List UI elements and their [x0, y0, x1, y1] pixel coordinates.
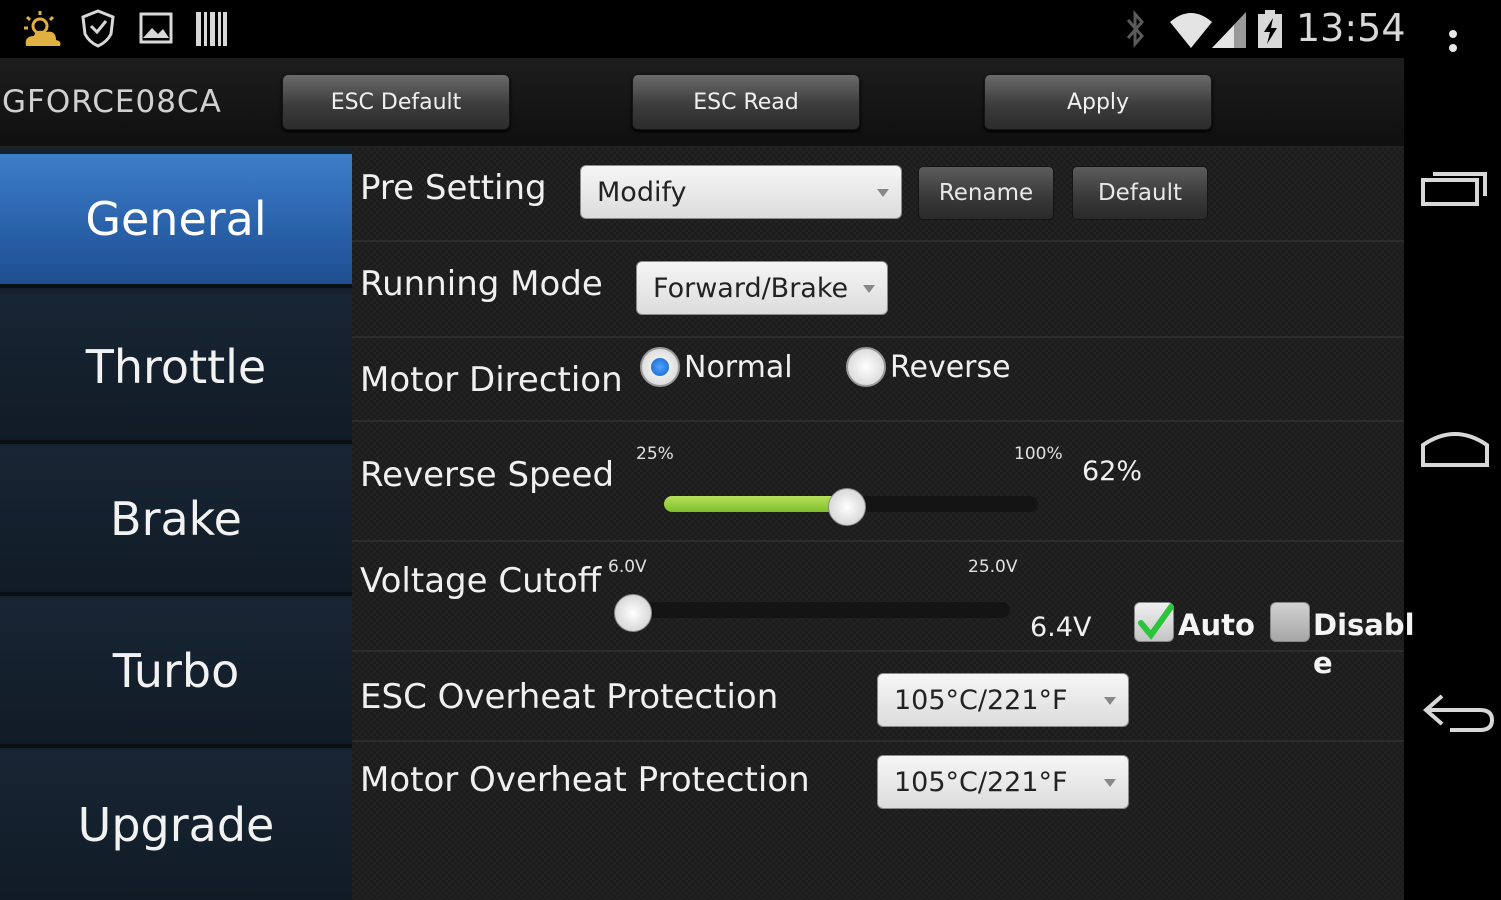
shield-icon: [80, 8, 116, 52]
motor-direction-label: Motor Direction: [360, 360, 623, 400]
sidebar: General Throttle Brake Turbo Upgrade: [0, 148, 352, 900]
checkmark-icon: [1138, 604, 1174, 640]
status-bar: 13:54: [0, 0, 1501, 66]
divider: [352, 336, 1404, 338]
divider: [352, 540, 1404, 542]
sidebar-item-upgrade[interactable]: Upgrade: [0, 750, 352, 900]
divider: [352, 650, 1404, 652]
sidebar-item-brake[interactable]: Brake: [0, 446, 352, 596]
radio-selected-dot: [651, 358, 669, 376]
motor-overheat-select[interactable]: 105°C/221°F: [877, 755, 1129, 809]
reverse-speed-value: 62%: [1082, 456, 1143, 487]
pre-setting-select[interactable]: Modify: [580, 165, 902, 219]
dropdown-arrow-icon: [877, 189, 889, 197]
divider: [352, 420, 1404, 422]
auto-checkbox[interactable]: [1134, 602, 1174, 642]
esc-default-button[interactable]: ESC Default: [282, 74, 510, 130]
reverse-speed-slider-thumb[interactable]: [828, 488, 867, 526]
esc-overheat-label: ESC Overheat Protection: [360, 677, 779, 717]
apply-button[interactable]: Apply: [984, 74, 1212, 130]
battery-icon: [1255, 8, 1285, 54]
default-button[interactable]: Default: [1072, 166, 1208, 220]
dropdown-arrow-icon: [863, 285, 875, 293]
pre-setting-value: Modify: [597, 176, 687, 208]
barcode-icon: [194, 8, 228, 52]
esc-overheat-select[interactable]: 105°C/221°F: [877, 673, 1129, 727]
bluetooth-icon: [1120, 8, 1150, 54]
back-icon[interactable]: [1420, 690, 1496, 738]
normal-radio-label: Normal: [684, 350, 793, 385]
dropdown-arrow-icon: [1104, 697, 1116, 705]
sidebar-item-turbo[interactable]: Turbo: [0, 598, 352, 748]
reverse-speed-fill: [664, 496, 848, 512]
reverse-radio-label: Reverse: [890, 350, 1011, 385]
device-name: GFORCE08CA: [2, 84, 222, 120]
disable-checkbox-label-wrap: e: [1313, 646, 1333, 680]
running-mode-value: Forward/Brake: [653, 272, 849, 304]
wifi-icon: [1168, 8, 1214, 54]
sidebar-item-throttle[interactable]: Throttle: [0, 294, 352, 444]
divider: [352, 240, 1404, 242]
auto-checkbox-label: Auto: [1178, 608, 1255, 642]
voltage-cutoff-label: Voltage Cutoff: [360, 561, 602, 601]
reverse-speed-max: 100%: [1014, 444, 1063, 464]
recent-apps-icon[interactable]: [1420, 168, 1490, 212]
rename-button[interactable]: Rename: [918, 166, 1054, 220]
reverse-speed-label: Reverse Speed: [360, 455, 615, 495]
esc-overheat-value: 105°C/221°F: [894, 684, 1068, 716]
sidebar-item-general[interactable]: General: [0, 154, 352, 288]
disable-checkbox-label: Disabl: [1313, 608, 1415, 642]
running-mode-label: Running Mode: [360, 264, 603, 304]
running-mode-select[interactable]: Forward/Brake: [636, 261, 888, 315]
divider: [352, 740, 1404, 742]
disable-checkbox[interactable]: [1270, 602, 1310, 642]
dropdown-arrow-icon: [1104, 779, 1116, 787]
reverse-speed-min: 25%: [636, 444, 674, 464]
app-header: GFORCE08CA ESC Default ESC Read Apply: [0, 58, 1404, 148]
home-icon[interactable]: [1420, 425, 1490, 473]
image-icon: [138, 8, 174, 52]
esc-read-button[interactable]: ESC Read: [632, 74, 860, 130]
voltage-cutoff-track[interactable]: [618, 602, 1010, 618]
normal-radio[interactable]: [640, 347, 680, 387]
weather-icon: [20, 8, 64, 54]
pre-setting-label: Pre Setting: [360, 168, 547, 208]
voltage-cutoff-slider-thumb[interactable]: [614, 594, 652, 632]
motor-overheat-label: Motor Overheat Protection: [360, 760, 810, 800]
voltage-cutoff-min: 6.0V: [608, 557, 647, 577]
voltage-cutoff-max: 25.0V: [968, 557, 1018, 577]
clock: 13:54: [1296, 6, 1406, 50]
reverse-radio[interactable]: [846, 347, 886, 387]
voltage-cutoff-value: 6.4V: [1030, 612, 1092, 643]
signal-icon: [1210, 8, 1248, 54]
motor-overheat-value: 105°C/221°F: [894, 766, 1068, 798]
